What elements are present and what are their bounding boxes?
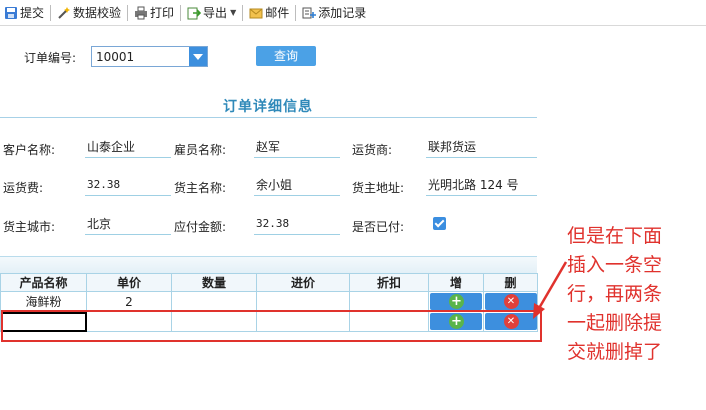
delete-row-button[interactable]: ✕ bbox=[484, 293, 537, 310]
customer-name-field[interactable]: 山泰企业 bbox=[85, 138, 171, 158]
magic-wand-icon bbox=[57, 6, 71, 20]
column-header: 单价 bbox=[86, 273, 172, 292]
annotation-note: 但是在下面 插入一条空 行，再两条 一起删除提 交就删掉了 bbox=[567, 222, 706, 367]
shipper-field[interactable]: 联邦货运 bbox=[426, 138, 537, 158]
order-number-label: 订单编号: bbox=[24, 51, 77, 65]
validate-label: 数据校验 bbox=[73, 6, 122, 20]
title-divider bbox=[0, 117, 537, 118]
freight-label: 运货费: bbox=[3, 181, 44, 195]
add-row-button[interactable]: + bbox=[430, 293, 482, 310]
customer-name-label: 客户名称: bbox=[3, 143, 56, 157]
toolbar-divider bbox=[180, 4, 182, 21]
consignee-address-label: 货主地址: bbox=[352, 181, 405, 195]
mail-label: 邮件 bbox=[265, 6, 290, 20]
column-header: 产品名称 bbox=[0, 273, 87, 292]
submit-label: 提交 bbox=[20, 6, 45, 20]
consignee-name-field[interactable]: 余小姐 bbox=[254, 176, 340, 196]
chevron-down-icon: ▼ bbox=[230, 8, 237, 17]
toolbar-divider bbox=[127, 4, 129, 21]
toolbar-divider bbox=[242, 4, 244, 21]
toolbar-divider bbox=[50, 4, 52, 21]
order-number-select[interactable]: 10001 bbox=[91, 46, 208, 67]
export-button[interactable]: 导出 ▼ bbox=[183, 2, 240, 24]
shipper-label: 运货商: bbox=[352, 143, 393, 157]
close-icon: ✕ bbox=[503, 294, 519, 309]
consignee-address-field[interactable]: 光明北路 124 号 bbox=[426, 176, 537, 196]
highlight-box bbox=[1, 310, 542, 342]
freight-field[interactable]: 32.38 bbox=[85, 176, 171, 196]
employee-name-label: 雇员名称: bbox=[174, 143, 227, 157]
chevron-down-icon[interactable] bbox=[189, 47, 207, 66]
price-cell[interactable]: 2 bbox=[86, 291, 172, 312]
consignee-city-field[interactable]: 北京 bbox=[85, 215, 171, 235]
paid-label: 是否已付: bbox=[352, 220, 405, 234]
add-cell: + bbox=[428, 291, 484, 312]
column-header: 进价 bbox=[256, 273, 350, 292]
submit-icon bbox=[4, 6, 18, 20]
annotation-line: 插入一条空 bbox=[567, 254, 663, 276]
discount-cell[interactable] bbox=[349, 291, 429, 312]
add-record-icon bbox=[302, 6, 317, 20]
toolbar-divider bbox=[295, 4, 297, 21]
plus-icon: + bbox=[449, 294, 464, 309]
form-title: 订单详细信息 bbox=[223, 99, 313, 115]
paid-checkbox[interactable] bbox=[433, 217, 446, 230]
annotation-line: 但是在下面 bbox=[567, 225, 663, 247]
grid-toolbar-band bbox=[0, 256, 537, 274]
add-record-button[interactable]: 添加记录 bbox=[298, 2, 370, 24]
column-header: 折扣 bbox=[349, 273, 429, 292]
mail-button[interactable]: 邮件 bbox=[245, 2, 293, 24]
envelope-icon bbox=[249, 6, 263, 20]
add-record-label: 添加记录 bbox=[318, 6, 367, 20]
column-header: 增 bbox=[428, 273, 484, 292]
toolbar: 提交 数据校验 打印 导出 ▼ 邮件 添加记录 bbox=[0, 0, 706, 26]
query-button[interactable]: 查询 bbox=[256, 46, 316, 66]
product-cell[interactable]: 海鲜粉 bbox=[0, 291, 87, 312]
consignee-name-label: 货主名称: bbox=[174, 181, 227, 195]
grid-header-row: 产品名称 单价 数量 进价 折扣 增 删 bbox=[0, 273, 538, 292]
annotation-line: 行，再两条 bbox=[567, 283, 663, 305]
delete-cell: ✕ bbox=[483, 291, 538, 312]
export-label: 导出 bbox=[203, 6, 228, 20]
printer-icon bbox=[134, 6, 148, 20]
cost-cell[interactable] bbox=[256, 291, 350, 312]
order-number-value: 10001 bbox=[96, 50, 135, 64]
validate-button[interactable]: 数据校验 bbox=[53, 2, 125, 24]
consignee-city-label: 货主城市: bbox=[3, 220, 56, 234]
amount-due-field[interactable]: 32.38 bbox=[254, 215, 340, 235]
amount-due-label: 应付金额: bbox=[174, 220, 227, 234]
employee-name-field[interactable]: 赵军 bbox=[254, 138, 340, 158]
annotation-line: 交就删掉了 bbox=[567, 341, 663, 363]
submit-button[interactable]: 提交 bbox=[0, 2, 48, 24]
quantity-cell[interactable] bbox=[171, 291, 257, 312]
export-icon bbox=[187, 6, 202, 20]
column-header: 数量 bbox=[171, 273, 257, 292]
annotation-line: 一起删除提 bbox=[567, 312, 663, 334]
print-button[interactable]: 打印 bbox=[130, 2, 178, 24]
print-label: 打印 bbox=[150, 6, 175, 20]
column-header: 删 bbox=[483, 273, 538, 292]
table-row: 海鲜粉 2 + ✕ bbox=[0, 291, 538, 312]
